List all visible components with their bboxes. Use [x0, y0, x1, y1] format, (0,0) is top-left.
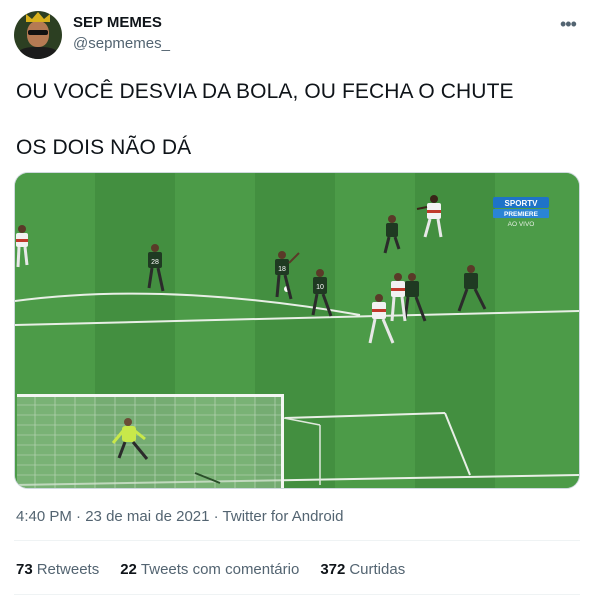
- tweet-text-line-1: OU VOCÊ DESVIA DA BOLA, OU FECHA O CHUTE: [16, 80, 514, 103]
- likes-label: Curtidas: [349, 561, 406, 578]
- author-handle[interactable]: @sepmemes_: [73, 35, 170, 52]
- tweet-stats: 73 Retweets 22 Tweets com comentário 372 Cu…: [16, 561, 426, 578]
- football-match-frame: 28 18 10 SPORTV PREMIERE AO VIVO: [15, 173, 579, 488]
- quote-tweets-count: 22: [120, 561, 137, 578]
- retweets-count: 73: [16, 561, 33, 578]
- quote-tweets-label: Tweets com comentário: [140, 561, 300, 578]
- divider: [14, 594, 580, 595]
- tweet-media-video[interactable]: 28 18 10 SPORTV PREMIERE AO VIVO: [14, 172, 580, 489]
- avatar-crown-icon: [26, 12, 50, 22]
- author-name[interactable]: SEP MEMES: [73, 14, 162, 31]
- likes-count: 372: [320, 561, 346, 578]
- meta-separator: ·: [71, 508, 86, 525]
- more-icon[interactable]: •••: [560, 14, 577, 35]
- svg-text:PREMIERE: PREMIERE: [504, 211, 539, 218]
- avatar-sunglasses: [28, 30, 48, 35]
- likes-stat[interactable]: 372 Curtidas: [320, 561, 405, 578]
- tweet-date[interactable]: 23 de mai de 2021: [85, 508, 209, 525]
- divider: [14, 540, 580, 541]
- tweet-time[interactable]: 4:40 PM: [16, 508, 72, 525]
- tweet-card: SEP MEMES @sepmemes_ ••• OU VOCÊ DESVIA …: [0, 0, 594, 599]
- svg-text:10: 10: [316, 284, 324, 291]
- avatar-shirt: [18, 47, 58, 59]
- retweets-label: Retweets: [36, 561, 100, 578]
- retweets-stat[interactable]: 73 Retweets: [16, 561, 99, 578]
- goal-net: [17, 394, 321, 488]
- svg-text:SPORTV: SPORTV: [505, 199, 539, 208]
- tweet-text-line-2: OS DOIS NÃO DÁ: [16, 136, 192, 159]
- svg-text:18: 18: [278, 266, 286, 273]
- quote-tweets-stat[interactable]: 22 Tweets com comentário: [120, 561, 299, 578]
- pitch-stripe: [335, 173, 415, 488]
- svg-text:28: 28: [151, 259, 159, 266]
- svg-text:AO VIVO: AO VIVO: [508, 221, 535, 228]
- author-avatar[interactable]: [14, 11, 62, 59]
- tweet-source[interactable]: Twitter for Android: [223, 508, 344, 525]
- meta-separator: ·: [209, 508, 223, 525]
- tweet-metadata: 4:40 PM · 23 de mai de 2021 · Twitter fo…: [16, 508, 343, 525]
